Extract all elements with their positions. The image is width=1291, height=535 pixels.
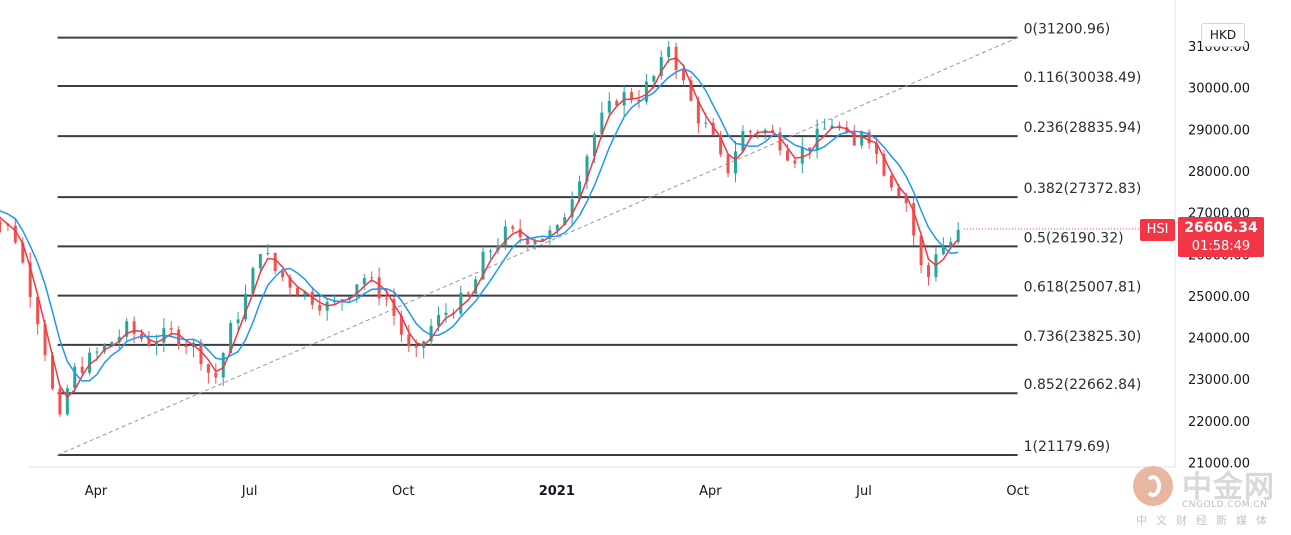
candle-body[interactable] <box>95 351 99 353</box>
candle-body[interactable] <box>459 292 463 314</box>
axis-lines <box>28 0 1176 468</box>
candle-body[interactable] <box>860 131 864 146</box>
watermark-url: CNGOLD.COM.CN <box>1182 500 1268 510</box>
candle-body[interactable] <box>704 122 708 124</box>
candle-body[interactable] <box>823 128 827 130</box>
time-tick-label: Oct <box>392 484 414 499</box>
watermark-tagline: 中文财经新媒体 <box>1136 514 1276 527</box>
price-tick-label: 28000.00 <box>1188 165 1250 180</box>
candle-body[interactable] <box>488 250 492 252</box>
candle-body[interactable] <box>444 312 448 315</box>
candle-body[interactable] <box>13 225 17 243</box>
candle-body[interactable] <box>533 241 537 245</box>
candle-body[interactable] <box>110 342 114 345</box>
candle-body[interactable] <box>437 314 441 326</box>
time-tick-label: Oct <box>1006 484 1028 499</box>
candle-body[interactable] <box>644 81 648 102</box>
candle-body[interactable] <box>273 253 277 272</box>
last-price-tag: 26606.34 01:58:49 <box>1178 217 1264 257</box>
candle-body[interactable] <box>370 277 374 279</box>
candle-body[interactable] <box>65 388 69 415</box>
candle-body[interactable] <box>214 372 218 378</box>
last-price-value: 26606.34 <box>1184 220 1258 236</box>
time-tick-label: Jul <box>855 484 872 499</box>
moving-average-line <box>0 57 959 399</box>
time-tick-label: Apr <box>699 484 722 499</box>
cngold-watermark: 中金网 CNGOLD.COM.CN 中文财经新媒体 <box>1130 458 1280 528</box>
fib-level-label: 0.236(28835.94) <box>1024 120 1142 136</box>
currency-badge[interactable]: HKD <box>1201 23 1245 47</box>
fibonacci-level-labels: 0(31200.96) 0.116(30038.49) 0.236(28835.94… <box>1024 22 1142 455</box>
candle-body[interactable] <box>206 364 210 373</box>
candle-body[interactable] <box>748 131 752 133</box>
candle-body[interactable] <box>889 175 893 188</box>
candle-body[interactable] <box>518 228 522 238</box>
candle-body[interactable] <box>236 319 240 324</box>
candle-body[interactable] <box>793 160 797 164</box>
candle-body[interactable] <box>407 334 411 347</box>
fib-level-label: 0.382(27372.83) <box>1024 181 1142 197</box>
candle-body[interactable] <box>132 321 136 334</box>
moving-average-lines <box>0 57 1175 399</box>
fib-level-label: 0.852(22662.84) <box>1024 377 1142 393</box>
candle-body[interactable] <box>726 154 730 174</box>
price-tick-label: 25000.00 <box>1188 290 1250 305</box>
price-tick-label: 29000.00 <box>1188 123 1250 138</box>
candle-body[interactable] <box>466 292 470 294</box>
price-tick-label: 24000.00 <box>1188 332 1250 347</box>
fib-level-label: 0.5(26190.32) <box>1024 230 1124 246</box>
candle-body[interactable] <box>682 70 686 81</box>
cngold-logo-icon <box>1133 466 1173 506</box>
fib-level-label: 0.116(30038.49) <box>1024 70 1142 86</box>
candle-body[interactable] <box>266 253 270 255</box>
candle-body[interactable] <box>377 277 381 299</box>
candle-body[interactable] <box>607 100 611 113</box>
price-chart[interactable]: 21000.0022000.0023000.0024000.0025000.00… <box>0 0 1291 535</box>
candle-body[interactable] <box>785 150 789 161</box>
candle-body[interactable] <box>800 147 804 164</box>
candle-body[interactable] <box>318 304 322 311</box>
price-tick-label: 30000.00 <box>1188 82 1250 97</box>
symbol-tag: HSI <box>1140 219 1175 241</box>
candle-body[interactable] <box>58 388 62 415</box>
candle-body[interactable] <box>414 346 418 348</box>
candle-body[interactable] <box>385 298 389 300</box>
price-tick-label: 23000.00 <box>1188 373 1250 388</box>
time-axis[interactable]: Apr Jul Oct 2021 Apr Jul Oct <box>85 484 1029 499</box>
candle-body[interactable] <box>0 223 3 225</box>
candle-body[interactable] <box>281 271 285 278</box>
candle-body[interactable] <box>258 254 262 269</box>
candle-body[interactable] <box>741 131 745 152</box>
time-tick-label: Apr <box>85 484 108 499</box>
fib-level-label: 0(31200.96) <box>1024 22 1111 38</box>
fib-level-label: 0.736(23825.30) <box>1024 329 1142 345</box>
time-tick-label: 2021 <box>539 484 575 499</box>
candle-body[interactable] <box>927 265 931 277</box>
candle-body[interactable] <box>169 328 173 330</box>
candlestick-series[interactable] <box>0 40 960 417</box>
candle-body[interactable] <box>667 46 671 58</box>
price-tick-label: 22000.00 <box>1188 415 1250 430</box>
fib-level-label: 0.618(25007.81) <box>1024 280 1142 296</box>
candle-body[interactable] <box>80 366 84 373</box>
candle-body[interactable] <box>362 278 366 285</box>
bar-countdown: 01:58:49 <box>1191 239 1251 254</box>
fib-level-label: 1(21179.69) <box>1024 439 1111 455</box>
candle-body[interactable] <box>652 76 656 82</box>
candle-body[interactable] <box>733 151 737 174</box>
candle-body[interactable] <box>295 287 299 296</box>
candle-body[interactable] <box>815 128 819 151</box>
time-tick-label: Jul <box>241 484 258 499</box>
candle-body[interactable] <box>184 345 188 348</box>
candle-body[interactable] <box>511 226 515 229</box>
